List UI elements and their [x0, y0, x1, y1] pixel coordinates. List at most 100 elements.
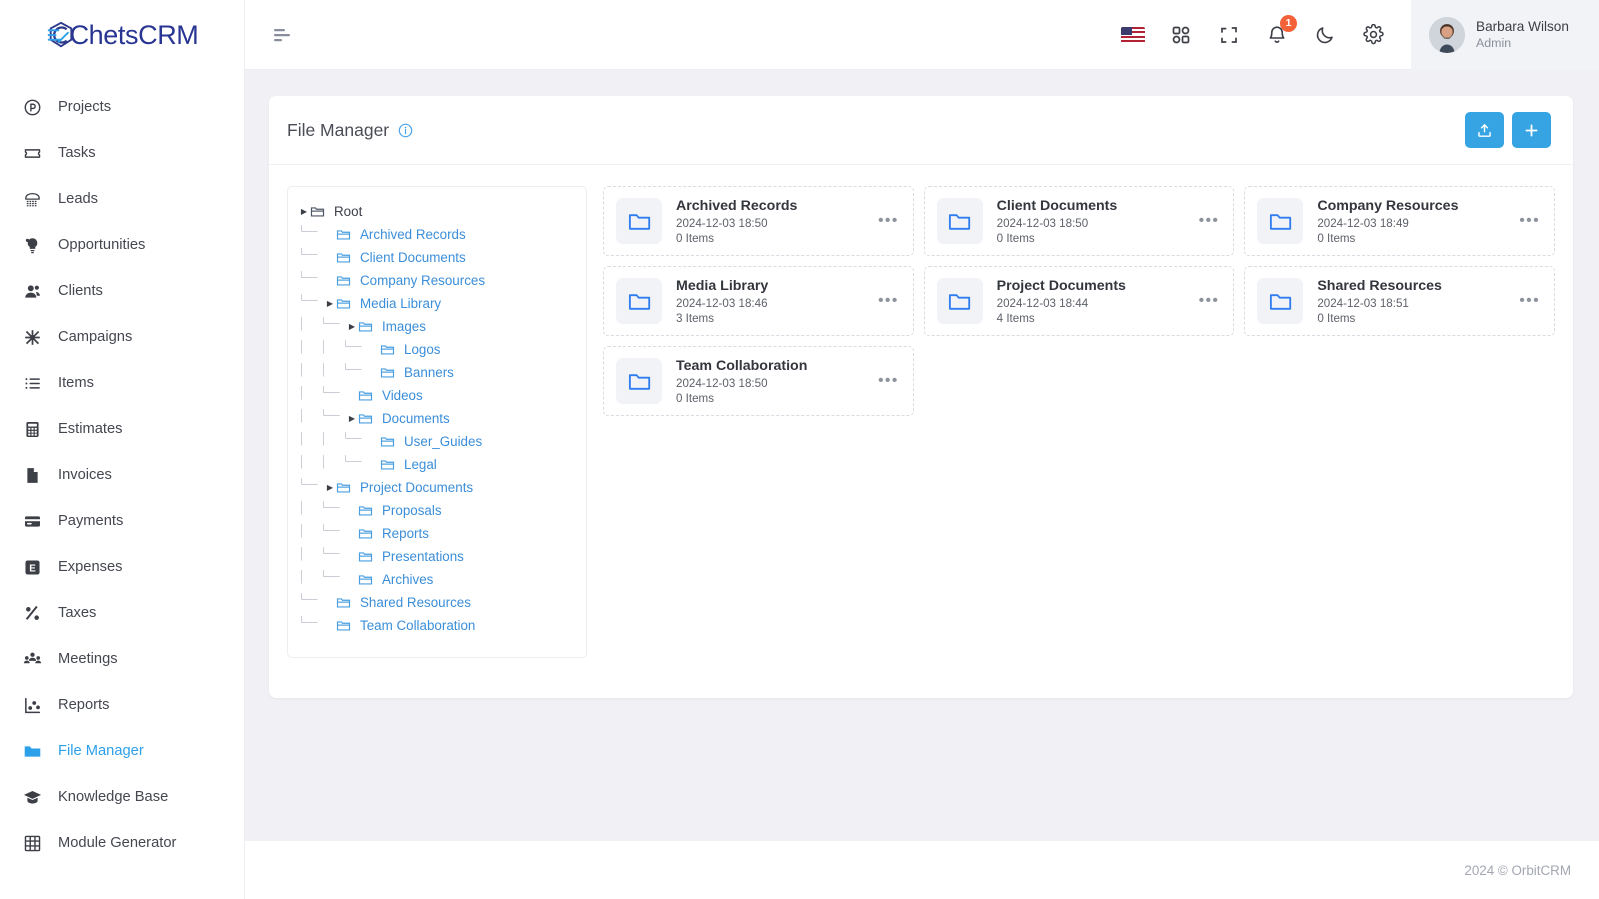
folder-options-icon[interactable]: ••• — [870, 213, 899, 229]
tree-node[interactable]: └── Archived Records — [298, 223, 576, 246]
folder-grid: Archived Records 2024-12-03 18:50 0 Items •… — [603, 186, 1555, 416]
sidebar-collapse-icon[interactable] — [267, 18, 301, 52]
bell-icon[interactable]: 1 — [1265, 14, 1297, 47]
tree-node[interactable]: │ │ └── User_Guides — [298, 430, 576, 453]
sidebar-item-reports[interactable]: Reports — [0, 682, 244, 728]
tree-node[interactable]: │ └── Archives — [298, 568, 576, 591]
tree-node[interactable]: │ └── Videos — [298, 384, 576, 407]
tree-guide: │ — [298, 362, 305, 377]
settings-gear-icon[interactable] — [1361, 23, 1385, 47]
tree-node[interactable]: │ └── ▶ Documents — [298, 407, 576, 430]
tree-node[interactable]: │ │ └── Logos — [298, 338, 576, 361]
tree-node[interactable]: │ └── ▶ Images — [298, 315, 576, 338]
tree-node[interactable]: └── ▶ Project Documents — [298, 476, 576, 499]
folder-meta: Media Library 2024-12-03 18:46 3 Items — [676, 277, 768, 326]
tree-node-label[interactable]: Banners — [404, 365, 454, 380]
sidebar-item-meetings[interactable]: Meetings — [0, 636, 244, 682]
sidebar-item-module-generator[interactable]: Module Generator — [0, 820, 244, 866]
user-name: Barbara Wilson — [1476, 19, 1569, 34]
tree-node[interactable]: │ └── Presentations — [298, 545, 576, 568]
sidebar-item-opportunities[interactable]: Opportunities — [0, 222, 244, 268]
folder-options-icon[interactable]: ••• — [870, 293, 899, 309]
chevron-right-icon[interactable]: ▶ — [298, 207, 310, 216]
tree-node-label[interactable]: Images — [382, 319, 426, 334]
tree-node[interactable]: │ │ └── Legal — [298, 453, 576, 476]
sidebar-item-items[interactable]: Items — [0, 360, 244, 406]
tree-node-label[interactable]: Videos — [382, 388, 423, 403]
tree-node-label[interactable]: Presentations — [382, 549, 464, 564]
upload-button[interactable] — [1465, 112, 1504, 148]
dark-mode-icon[interactable] — [1313, 23, 1337, 47]
folder-card[interactable]: Team Collaboration 2024-12-03 18:50 0 Item… — [603, 346, 914, 416]
folder-options-icon[interactable]: ••• — [1511, 293, 1540, 309]
tree-node[interactable]: └── Shared Resources — [298, 591, 576, 614]
tree-node-label[interactable]: Archives — [382, 572, 433, 587]
folder-options-icon[interactable]: ••• — [870, 373, 899, 389]
folder-card[interactable]: Company Resources 2024-12-03 18:49 0 Items… — [1244, 186, 1555, 256]
apps-grid-icon[interactable] — [1169, 23, 1193, 47]
tree-node-label[interactable]: Legal — [404, 457, 437, 472]
tree-node[interactable]: ▶ Root — [298, 200, 576, 223]
tree-node[interactable]: └── Company Resources — [298, 269, 576, 292]
sidebar-item-tasks[interactable]: Tasks — [0, 130, 244, 176]
info-circle-icon[interactable] — [398, 123, 413, 138]
tree-node-label[interactable]: Proposals — [382, 503, 442, 518]
sidebar-item-campaigns[interactable]: Campaigns — [0, 314, 244, 360]
sidebar-item-clients[interactable]: Clients — [0, 268, 244, 314]
user-profile-menu[interactable]: Barbara Wilson Admin — [1411, 0, 1599, 70]
sidebar-item-file-manager[interactable]: File Manager — [0, 728, 244, 774]
tree-node[interactable]: │ │ └── Banners — [298, 361, 576, 384]
tree-node-label[interactable]: Company Resources — [360, 273, 485, 288]
tree-node[interactable]: │ └── Proposals — [298, 499, 576, 522]
tree-node-label[interactable]: Archived Records — [360, 227, 466, 242]
folder-card[interactable]: Shared Resources 2024-12-03 18:51 0 Items •… — [1244, 266, 1555, 336]
tree-node-label[interactable]: User_Guides — [404, 434, 482, 449]
folder-meta: Project Documents 2024-12-03 18:44 4 Items — [997, 277, 1126, 326]
topbar-icon-group: 1 — [1121, 14, 1411, 47]
folder-item-count: 3 Items — [676, 311, 715, 325]
tree-node[interactable]: └── ▶ Media Library — [298, 292, 576, 315]
chevron-right-icon[interactable]: ▶ — [346, 322, 358, 331]
tree-node[interactable]: └── Team Collaboration — [298, 614, 576, 637]
tree-guide: └── — [320, 385, 340, 400]
fullscreen-icon[interactable] — [1217, 23, 1241, 47]
folder-options-icon[interactable]: ••• — [1191, 213, 1220, 229]
sidebar-item-leads[interactable]: Leads — [0, 176, 244, 222]
sidebar-item-estimates[interactable]: Estimates — [0, 406, 244, 452]
tree-node[interactable]: │ └── Reports — [298, 522, 576, 545]
tree-guide: └── — [320, 316, 340, 331]
folder-card[interactable]: Project Documents 2024-12-03 18:44 4 Items… — [923, 266, 1235, 336]
chevron-right-icon[interactable]: ▶ — [324, 483, 336, 492]
folder-options-icon[interactable]: ••• — [1511, 213, 1540, 229]
add-folder-button[interactable] — [1512, 112, 1551, 148]
folder-date: 2024-12-03 18:49 — [1317, 216, 1409, 230]
tree-node-label[interactable]: Logos — [404, 342, 440, 357]
sidebar-item-taxes[interactable]: Taxes — [0, 590, 244, 636]
folder-card[interactable]: Client Documents 2024-12-03 18:50 0 Items •… — [923, 186, 1235, 256]
folder-card[interactable]: Media Library 2024-12-03 18:46 3 Items ••• — [603, 266, 914, 336]
chevron-right-icon[interactable]: ▶ — [346, 414, 358, 423]
language-flag-us-icon[interactable] — [1121, 23, 1145, 47]
tree-node[interactable]: └── Client Documents — [298, 246, 576, 269]
folder-name: Company Resources — [1317, 197, 1459, 214]
tree-node-label[interactable]: Team Collaboration — [360, 618, 475, 633]
tree-node-label[interactable]: Media Library — [360, 296, 441, 311]
tree-node-label[interactable]: Project Documents — [360, 480, 473, 495]
sidebar-item-projects[interactable]: Projects — [0, 84, 244, 130]
brand-logo[interactable]: ChetsCRM — [0, 0, 244, 70]
tree-node-label[interactable]: Documents — [382, 411, 450, 426]
sidebar-item-knowledge-base[interactable]: Knowledge Base — [0, 774, 244, 820]
tree-node-label[interactable]: Reports — [382, 526, 429, 541]
sidebar-item-invoices[interactable]: Invoices — [0, 452, 244, 498]
chevron-right-icon[interactable]: ▶ — [324, 299, 336, 308]
folder-item-count: 0 Items — [1317, 231, 1356, 245]
sidebar-item-expenses[interactable]: E Expenses — [0, 544, 244, 590]
sidebar-item-payments[interactable]: Payments — [0, 498, 244, 544]
tree-node-label[interactable]: Client Documents — [360, 250, 466, 265]
tree-node-label[interactable]: Root — [334, 204, 362, 219]
folder-card[interactable]: Archived Records 2024-12-03 18:50 0 Items •… — [603, 186, 914, 256]
tree-node-label[interactable]: Shared Resources — [360, 595, 471, 610]
folder-options-icon[interactable]: ••• — [1191, 293, 1220, 309]
panel-body: ▶ Root └── Archived Records └── Client Docume… — [269, 165, 1573, 698]
folder-grid-wrap: Archived Records 2024-12-03 18:50 0 Items •… — [603, 186, 1555, 658]
